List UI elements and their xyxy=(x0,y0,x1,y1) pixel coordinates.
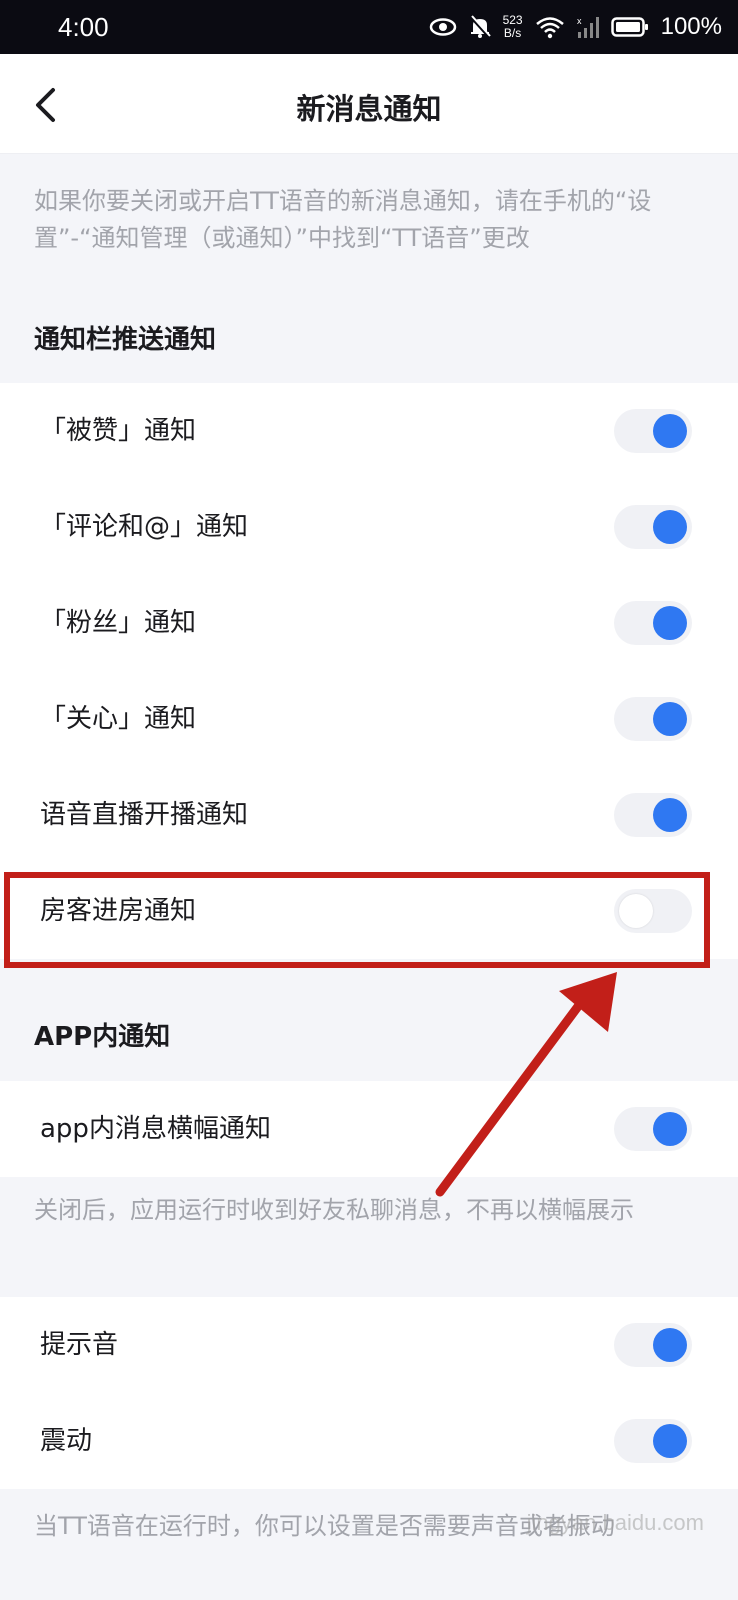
section-title-push: 通知栏推送通知 xyxy=(34,325,217,355)
toggle-knob xyxy=(619,894,653,928)
setting-row-banner[interactable]: app内消息横幅通知 xyxy=(0,1081,738,1177)
setting-label: 房客进房通知 xyxy=(40,896,197,926)
page-title: 新消息通知 xyxy=(296,92,442,126)
toggle-guest-enter[interactable] xyxy=(614,889,692,933)
setting-label: 「关心」通知 xyxy=(40,704,197,734)
setting-row-vibrate[interactable]: 震动 xyxy=(0,1393,738,1489)
setting-row-comment[interactable]: 「评论和@」通知 xyxy=(0,479,738,575)
bell-off-icon xyxy=(469,15,491,39)
eye-icon xyxy=(429,17,457,37)
setting-row-care[interactable]: 「关心」通知 xyxy=(0,671,738,767)
setting-label: app内消息横幅通知 xyxy=(40,1114,271,1144)
battery-percent: 100% xyxy=(660,13,722,40)
toggle-care[interactable] xyxy=(614,697,692,741)
setting-label: 「被赞」通知 xyxy=(40,416,197,446)
setting-row-sound[interactable]: 提示音 xyxy=(0,1297,738,1393)
toggle-liked[interactable] xyxy=(614,409,692,453)
status-bar: 4:00 523 B/s x 100% xyxy=(0,0,738,54)
toggle-live-start[interactable] xyxy=(614,793,692,837)
battery-icon xyxy=(610,16,649,38)
toggle-knob xyxy=(653,1112,687,1146)
intro-text: 如果你要关闭或开启TT语音的新消息通知，请在手机的“设置”-“通知管理（或通知）… xyxy=(34,187,652,252)
header: 新消息通知 xyxy=(0,54,738,154)
toggle-sound[interactable] xyxy=(614,1323,692,1367)
wifi-icon xyxy=(535,15,565,39)
toggle-vibrate[interactable] xyxy=(614,1419,692,1463)
net-speed-unit: B/s xyxy=(503,26,522,40)
push-panel: 「被赞」通知 「评论和@」通知 「粉丝」通知 「关心」通知 语音直播开播通知 房… xyxy=(0,383,738,959)
toggle-knob xyxy=(653,798,687,832)
net-speed: 523 B/s xyxy=(503,14,523,40)
toggle-knob xyxy=(653,606,687,640)
toggle-knob xyxy=(653,414,687,448)
toggle-knob xyxy=(653,510,687,544)
banner-note: 关闭后，应用运行时收到好友私聊消息，不再以横幅展示 xyxy=(34,1196,634,1224)
watermark: jingyan.baidu.com xyxy=(526,1510,704,1535)
app-panel: app内消息横幅通知 xyxy=(0,1081,738,1177)
setting-label: 提示音 xyxy=(40,1330,119,1360)
toggle-comment[interactable] xyxy=(614,505,692,549)
section-title-app: APP内通知 xyxy=(34,1022,171,1052)
toggle-knob xyxy=(653,702,687,736)
status-icons: 523 B/s x 100% xyxy=(429,10,722,44)
setting-row-liked[interactable]: 「被赞」通知 xyxy=(0,383,738,479)
sound-panel: 提示音 震动 xyxy=(0,1297,738,1489)
setting-row-guest-enter[interactable]: 房客进房通知 xyxy=(0,863,738,959)
toggle-knob xyxy=(653,1328,687,1362)
setting-row-fans[interactable]: 「粉丝」通知 xyxy=(0,575,738,671)
setting-label: 语音直播开播通知 xyxy=(40,800,249,830)
signal-icon: x xyxy=(577,15,599,39)
svg-text:x: x xyxy=(577,16,582,26)
status-time: 4:00 xyxy=(58,12,109,42)
toggle-knob xyxy=(653,1424,687,1458)
setting-label: 震动 xyxy=(40,1426,93,1456)
setting-row-live-start[interactable]: 语音直播开播通知 xyxy=(0,767,738,863)
toggle-fans[interactable] xyxy=(614,601,692,645)
setting-label: 「评论和@」通知 xyxy=(40,512,249,542)
setting-label: 「粉丝」通知 xyxy=(40,608,197,638)
toggle-banner[interactable] xyxy=(614,1107,692,1151)
